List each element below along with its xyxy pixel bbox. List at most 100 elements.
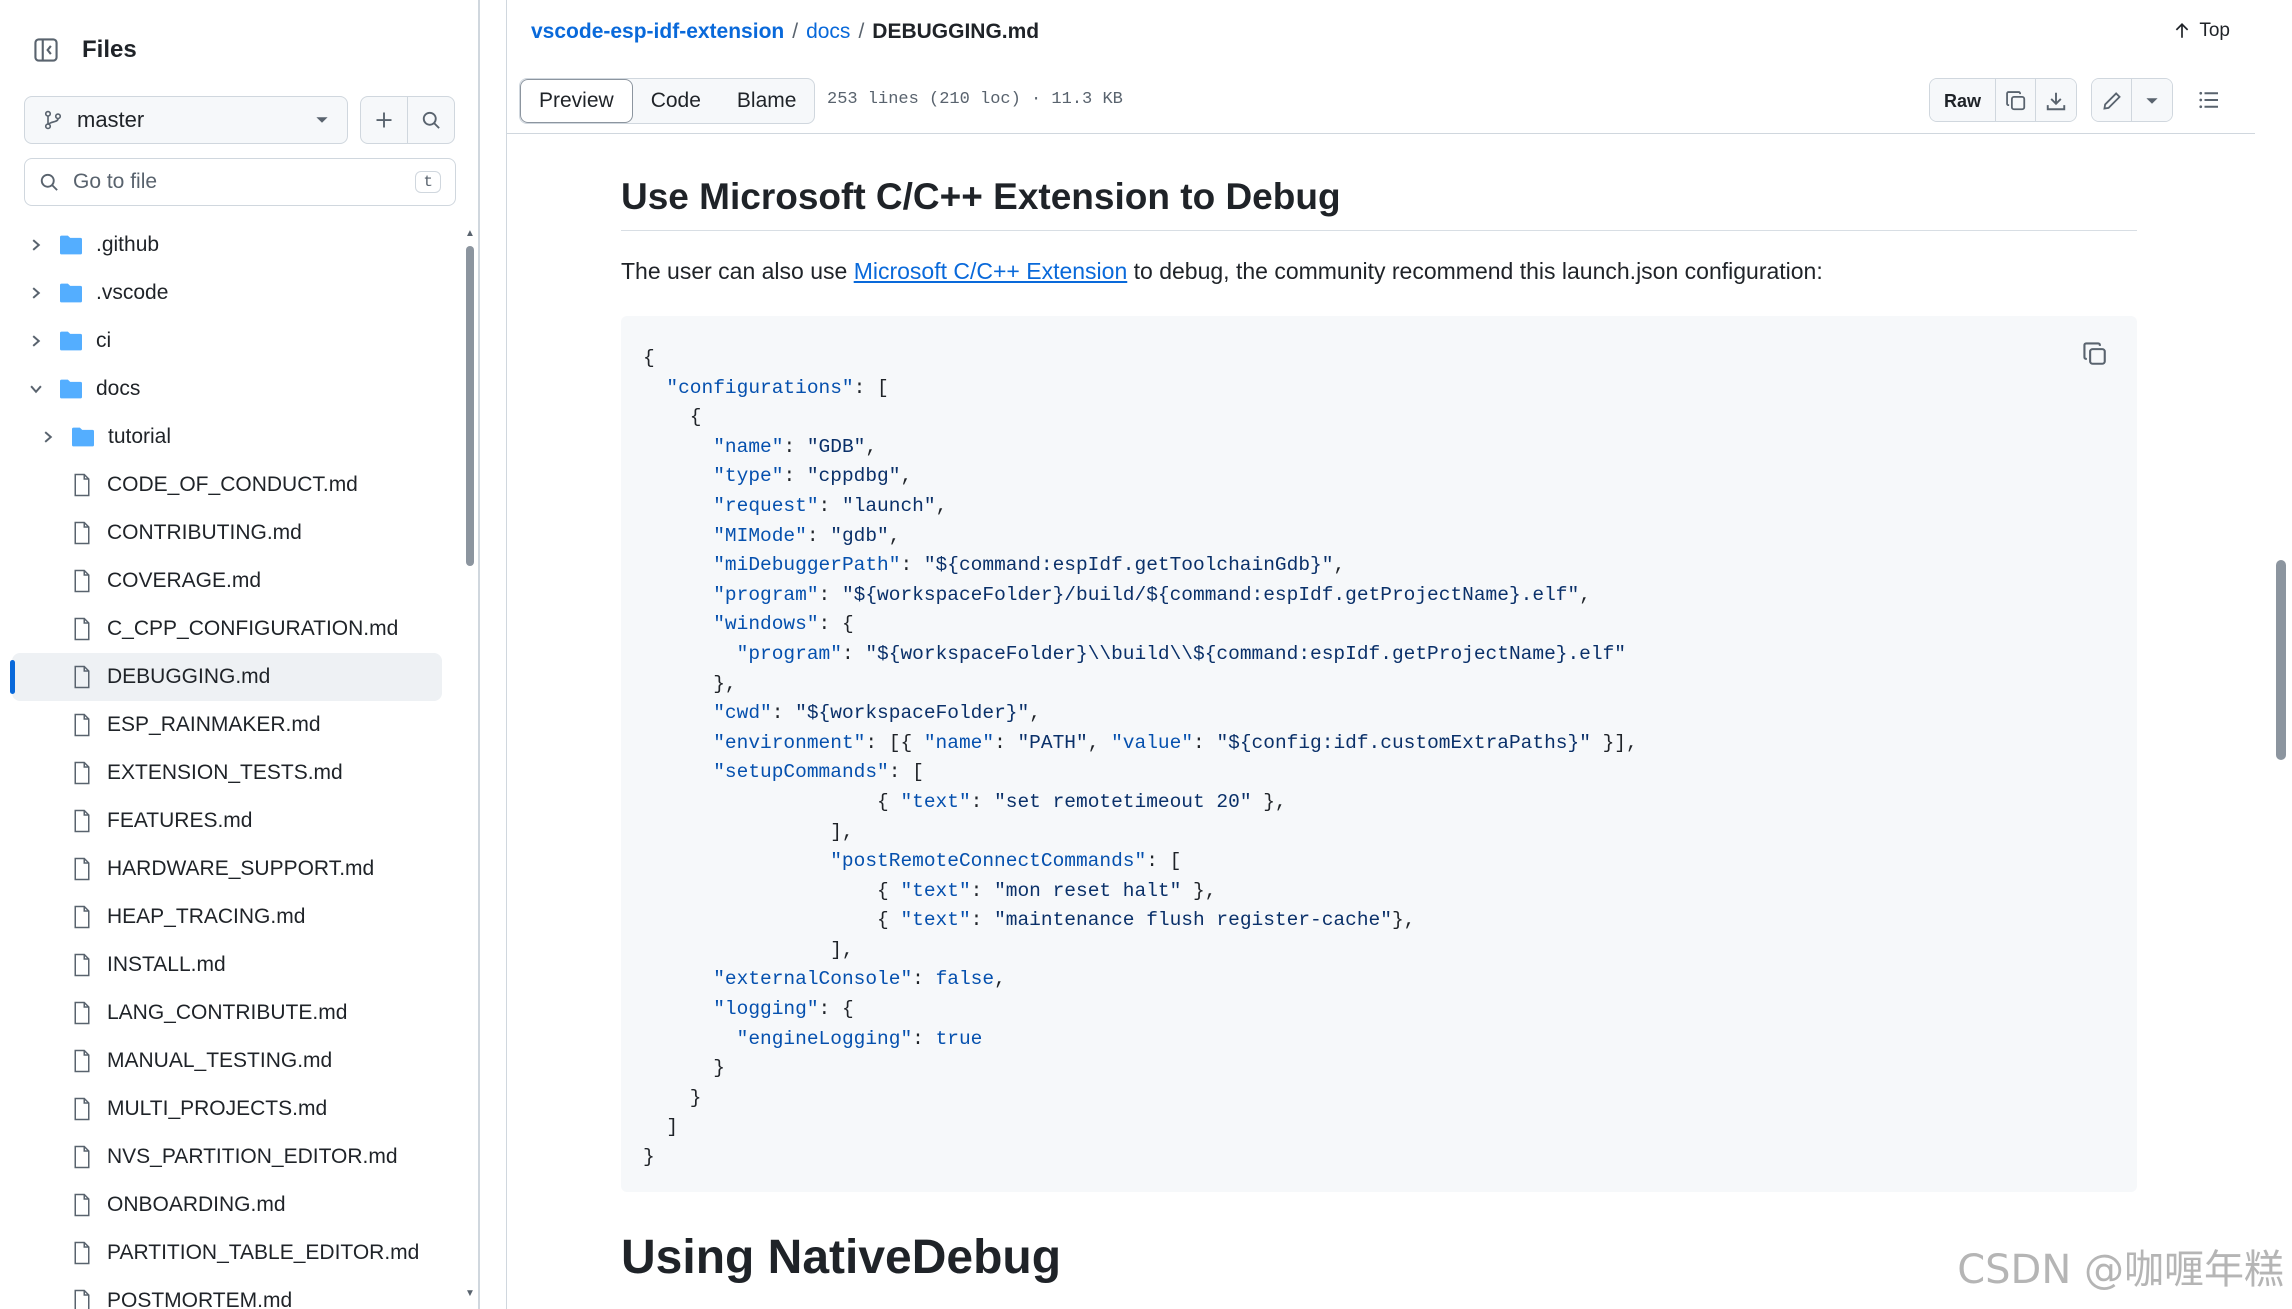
copy-icon: [2005, 91, 2025, 111]
folder-icon: [58, 234, 84, 256]
copy-icon: [2083, 342, 2106, 365]
chevron-down-icon[interactable]: [26, 379, 46, 399]
raw-actions-group: Raw: [1928, 78, 2077, 122]
tree-file[interactable]: C_CPP_CONFIGURATION.md: [0, 605, 456, 653]
chevron-right-icon[interactable]: [26, 331, 46, 351]
download-icon: [2046, 92, 2066, 111]
breadcrumb-current-file: DEBUGGING.md: [872, 20, 1040, 43]
edit-file-button[interactable]: [2092, 79, 2132, 121]
sidebar-title: Files: [82, 36, 137, 63]
edit-options-dropdown[interactable]: [2132, 79, 2172, 121]
chevron-right-icon[interactable]: [26, 283, 46, 303]
breadcrumb-separator: /: [792, 20, 799, 43]
tree-file[interactable]: HEAP_TRACING.md: [0, 893, 456, 941]
tree-file[interactable]: COVERAGE.md: [0, 557, 456, 605]
file-view: vscode-esp-idf-extension / docs / DEBUGG…: [506, 0, 2255, 1309]
file-icon: [72, 473, 92, 497]
section-paragraph: The user can also use Microsoft C/C++ Ex…: [621, 258, 1823, 285]
tree-file[interactable]: CONTRIBUTING.md: [0, 509, 456, 557]
file-icon: [72, 569, 92, 593]
tree-file[interactable]: DEBUGGING.md: [12, 653, 442, 701]
file-icon: [72, 1193, 92, 1217]
tab-blame[interactable]: Blame: [719, 79, 815, 123]
search-repo-button[interactable]: [407, 96, 455, 144]
outline-button[interactable]: [2187, 78, 2231, 122]
chevron-right-icon[interactable]: [38, 427, 58, 447]
file-icon: [72, 1289, 92, 1309]
tree-item-label: ESP_RAINMAKER.md: [107, 713, 321, 736]
breadcrumb-folder-link[interactable]: docs: [806, 20, 850, 44]
tree-folder[interactable]: .github: [0, 221, 456, 269]
tree-file[interactable]: HARDWARE_SUPPORT.md: [0, 845, 456, 893]
file-icon: [72, 713, 92, 737]
watermark: CSDN @咖喱年糕: [1957, 1247, 2284, 1293]
view-mode-tabs: Preview Code Blame: [519, 78, 816, 124]
folder-icon: [58, 282, 84, 304]
main-scrollbar-thumb[interactable]: [2276, 560, 2286, 760]
sidebar-scrollbar[interactable]: ▲ ▼: [464, 228, 476, 1309]
tree-item-label: MULTI_PROJECTS.md: [107, 1097, 328, 1120]
tab-code[interactable]: Code: [633, 79, 719, 123]
tree-folder[interactable]: .vscode: [0, 269, 456, 317]
tree-file[interactable]: FEATURES.md: [0, 797, 456, 845]
tree-file[interactable]: MULTI_PROJECTS.md: [0, 1085, 456, 1133]
folder-icon: [58, 330, 84, 352]
top-label: Top: [2199, 20, 2230, 41]
add-file-button[interactable]: [360, 96, 408, 144]
back-to-top-button[interactable]: Top: [2173, 20, 2230, 42]
breadcrumb-repo-link[interactable]: vscode-esp-idf-extension: [531, 20, 784, 44]
next-section-heading: Using NativeDebug: [621, 1231, 1062, 1284]
caret-down-icon: [2146, 98, 2158, 104]
raw-button[interactable]: Raw: [1929, 79, 1996, 121]
scroll-thumb[interactable]: [466, 246, 474, 566]
file-sidebar: Files master Go to file t .github .vscode…: [0, 0, 480, 1309]
tree-file[interactable]: EXTENSION_TESTS.md: [0, 749, 456, 797]
tab-preview[interactable]: Preview: [520, 79, 633, 123]
folder-icon: [70, 426, 96, 448]
search-icon: [422, 111, 440, 129]
tree-folder[interactable]: docs: [0, 365, 456, 413]
tree-file[interactable]: PARTITION_TABLE_EDITOR.md: [0, 1229, 456, 1277]
tree-item-label: tutorial: [108, 425, 172, 448]
tree-folder[interactable]: tutorial: [0, 413, 456, 461]
go-to-file-placeholder: Go to file: [73, 170, 158, 193]
paragraph-text-start: The user can also use: [621, 258, 854, 284]
copy-code-button[interactable]: [2075, 334, 2115, 374]
markdown-body: Use Microsoft C/C++ Extension to Debug T…: [621, 134, 2137, 1309]
branch-selector[interactable]: master: [24, 96, 348, 144]
tree-item-label: LANG_CONTRIBUTE.md: [107, 1001, 348, 1024]
tree-folder[interactable]: ci: [0, 317, 456, 365]
scroll-up-arrow: ▲: [465, 228, 475, 239]
copy-raw-button[interactable]: [1996, 79, 2036, 121]
microsoft-cpp-extension-link[interactable]: Microsoft C/C++ Extension: [854, 258, 1128, 284]
collapse-sidebar-button[interactable]: [24, 28, 68, 72]
download-button[interactable]: [2036, 79, 2076, 121]
tree-file[interactable]: INSTALL.md: [0, 941, 456, 989]
tree-file[interactable]: POSTMORTEM.md: [0, 1277, 456, 1309]
file-icon: [72, 665, 92, 689]
chevron-right-icon[interactable]: [26, 235, 46, 255]
file-actions: Raw: [1915, 78, 2231, 122]
go-to-file-input[interactable]: Go to file t: [24, 158, 456, 206]
pencil-icon: [2102, 92, 2121, 110]
file-tree: .github .vscode ci docs tutorial CODE_OF_COND…: [0, 221, 456, 1309]
tree-item-label: ci: [96, 329, 112, 352]
tree-file[interactable]: MANUAL_TESTING.md: [0, 1037, 456, 1085]
code-content: { "configurations": [ { "name": "GDB", "…: [643, 347, 1638, 1169]
breadcrumb: vscode-esp-idf-extension / docs / DEBUGG…: [531, 20, 1039, 44]
file-icon: [72, 809, 92, 833]
file-icon: [72, 1001, 92, 1025]
tree-item-label: EXTENSION_TESTS.md: [107, 761, 343, 784]
tree-item-label: COVERAGE.md: [107, 569, 262, 592]
tree-item-label: NVS_PARTITION_EDITOR.md: [107, 1145, 398, 1168]
sidebar-header: Files: [24, 28, 137, 72]
tree-file[interactable]: ONBOARDING.md: [0, 1181, 456, 1229]
tree-item-label: POSTMORTEM.md: [107, 1289, 293, 1309]
tree-file[interactable]: CODE_OF_CONDUCT.md: [0, 461, 456, 509]
tree-file[interactable]: NVS_PARTITION_EDITOR.md: [0, 1133, 456, 1181]
tree-file[interactable]: LANG_CONTRIBUTE.md: [0, 989, 456, 1037]
tree-item-label: CONTRIBUTING.md: [107, 521, 302, 544]
tree-file[interactable]: ESP_RAINMAKER.md: [0, 701, 456, 749]
file-toolbar: Preview Code Blame 253 lines (210 loc) ·…: [507, 66, 2255, 134]
edit-actions-group: [2091, 78, 2173, 122]
